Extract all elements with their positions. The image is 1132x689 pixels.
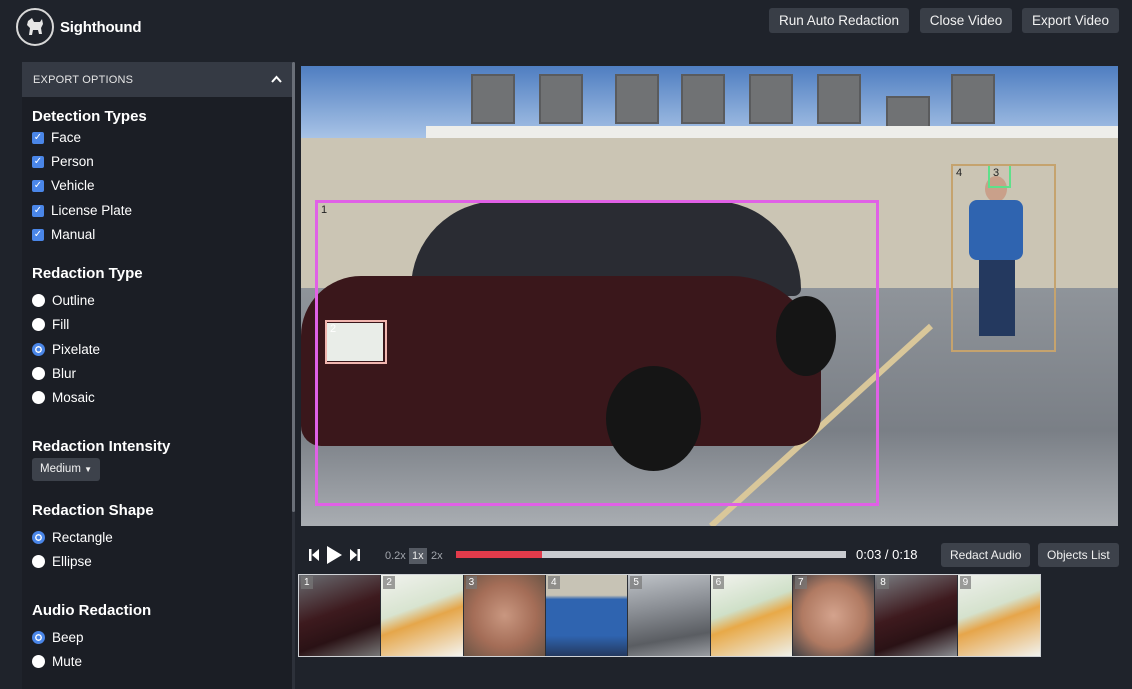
detection-box-license-plate[interactable]: 2 [325, 320, 387, 364]
radio-beep[interactable]: Beep [32, 630, 84, 645]
thumbnail-number: 9 [959, 576, 972, 589]
chevron-up-icon[interactable] [271, 74, 282, 86]
radio-unselected-icon[interactable] [32, 391, 45, 404]
checkbox-license-plate[interactable]: ✓ License Plate [32, 203, 132, 218]
play-icon[interactable] [326, 545, 343, 570]
radio-selected-icon[interactable] [32, 531, 45, 544]
caret-down-icon: ▼ [84, 465, 93, 474]
checkbox-checked-icon[interactable]: ✓ [32, 204, 44, 217]
dropdown-value: Medium [40, 463, 81, 475]
redaction-shape-title: Redaction Shape [32, 502, 154, 519]
radio-unselected-icon[interactable] [32, 555, 45, 568]
timeline-progress-fill [456, 551, 542, 558]
video-frame[interactable]: 1 2 3 4 [301, 66, 1118, 526]
radio-unselected-icon[interactable] [32, 655, 45, 668]
close-video-button[interactable]: Close Video [920, 8, 1012, 33]
checkbox-checked-icon[interactable]: ✓ [32, 131, 44, 144]
run-auto-redaction-button[interactable]: Run Auto Redaction [769, 8, 909, 33]
radio-label: Ellipse [52, 554, 92, 569]
radio-mosaic[interactable]: Mosaic [32, 390, 95, 405]
thumbnail-number: 3 [465, 576, 478, 589]
detection-box-number: 1 [321, 204, 328, 216]
thumbnail-number: 7 [794, 576, 807, 589]
checkbox-label: Manual [51, 227, 96, 242]
radio-outline[interactable]: Outline [32, 293, 95, 308]
object-thumbnail-strip: 1 2 3 4 5 6 7 8 9 [298, 574, 1041, 657]
radio-label: Pixelate [52, 342, 101, 357]
checkbox-manual[interactable]: ✓ Manual [32, 227, 95, 242]
app-logo: Sighthound [16, 8, 142, 46]
radio-label: Mute [52, 654, 83, 669]
app-name: Sighthound [60, 18, 142, 36]
detection-types-title: Detection Types [32, 108, 147, 125]
thumbnail-face[interactable]: 3 [463, 575, 546, 656]
radio-fill[interactable]: Fill [32, 317, 69, 332]
radio-label: Blur [52, 366, 77, 381]
radio-label: Rectangle [52, 530, 113, 545]
thumbnail-license-plate[interactable]: 2 [381, 575, 464, 656]
export-video-button[interactable]: Export Video [1022, 8, 1119, 33]
radio-unselected-icon[interactable] [32, 318, 45, 331]
detection-box-person[interactable]: 4 [951, 164, 1056, 352]
thumbnail-number: 6 [712, 576, 725, 589]
redaction-type-title: Redaction Type [32, 265, 143, 282]
radio-mute[interactable]: Mute [32, 654, 82, 669]
checkbox-label: License Plate [51, 203, 133, 218]
thumbnail-license-plate[interactable]: 9 [957, 575, 1040, 656]
checkbox-face[interactable]: ✓ Face [32, 130, 81, 145]
detection-box-number: 4 [956, 167, 963, 179]
radio-unselected-icon[interactable] [32, 367, 45, 380]
skip-back-icon[interactable] [308, 548, 320, 567]
thumbnail-number: 8 [877, 576, 889, 589]
thumbnail-number: 2 [383, 576, 395, 589]
playback-controls [308, 545, 361, 570]
checkbox-checked-icon[interactable]: ✓ [32, 155, 44, 168]
export-options-panel: EXPORT OPTIONS Detection Types ✓ Face ✓ Pe… [22, 62, 293, 689]
thumbnail-license-plate[interactable]: 6 [710, 575, 793, 656]
speed-option-1x[interactable]: 1x [409, 548, 427, 564]
objects-list-button[interactable]: Objects List [1038, 543, 1119, 567]
radio-label: Fill [52, 317, 70, 332]
speed-option-0-2x[interactable]: 0.2x [385, 548, 406, 564]
speed-option-2x[interactable]: 2x [431, 548, 443, 564]
thumbnail-number: 4 [547, 576, 560, 589]
checkbox-vehicle[interactable]: ✓ Vehicle [32, 178, 95, 193]
checkbox-checked-icon[interactable]: ✓ [32, 228, 44, 241]
radio-selected-icon[interactable] [32, 343, 45, 356]
redaction-intensity-title: Redaction Intensity [32, 438, 171, 455]
time-display: 0:03 / 0:18 [856, 547, 918, 562]
thumbnail-vehicle[interactable]: 8 [875, 575, 958, 656]
radio-unselected-icon[interactable] [32, 294, 45, 307]
radio-pixelate[interactable]: Pixelate [32, 342, 100, 357]
checkbox-label: Face [51, 130, 82, 145]
radio-blur[interactable]: Blur [32, 366, 76, 381]
thumbnail-face[interactable]: 7 [792, 575, 876, 656]
sidebar-scrollbar-thumb[interactable] [292, 62, 295, 512]
export-options-header[interactable]: EXPORT OPTIONS [22, 62, 293, 97]
thumbnail-vehicle[interactable]: 5 [628, 575, 711, 656]
thumbnail-person[interactable]: 4 [545, 575, 629, 656]
radio-label: Outline [52, 293, 95, 308]
radio-label: Beep [52, 630, 84, 645]
thumbnail-number: 5 [630, 576, 642, 589]
skip-forward-icon[interactable] [349, 548, 361, 567]
timeline-progress-bar[interactable] [456, 551, 846, 558]
checkbox-checked-icon[interactable]: ✓ [32, 179, 44, 192]
checkbox-label: Person [51, 154, 94, 169]
checkbox-person[interactable]: ✓ Person [32, 154, 94, 169]
thumbnail-vehicle[interactable]: 1 [299, 575, 382, 656]
radio-label: Mosaic [52, 390, 95, 405]
thumbnail-number: 1 [301, 576, 313, 589]
radio-rectangle[interactable]: Rectangle [32, 530, 113, 545]
sighthound-logo-icon [16, 8, 54, 46]
checkbox-label: Vehicle [51, 178, 95, 193]
audio-redaction-title: Audio Redaction [32, 602, 152, 619]
redaction-intensity-dropdown[interactable]: Medium ▼ [32, 458, 101, 481]
export-options-title: EXPORT OPTIONS [33, 73, 134, 86]
detection-box-number: 2 [330, 323, 337, 335]
radio-selected-icon[interactable] [32, 631, 45, 644]
radio-ellipse[interactable]: Ellipse [32, 554, 92, 569]
redact-audio-button[interactable]: Redact Audio [941, 543, 1031, 567]
detection-box-vehicle[interactable]: 1 [315, 200, 879, 506]
